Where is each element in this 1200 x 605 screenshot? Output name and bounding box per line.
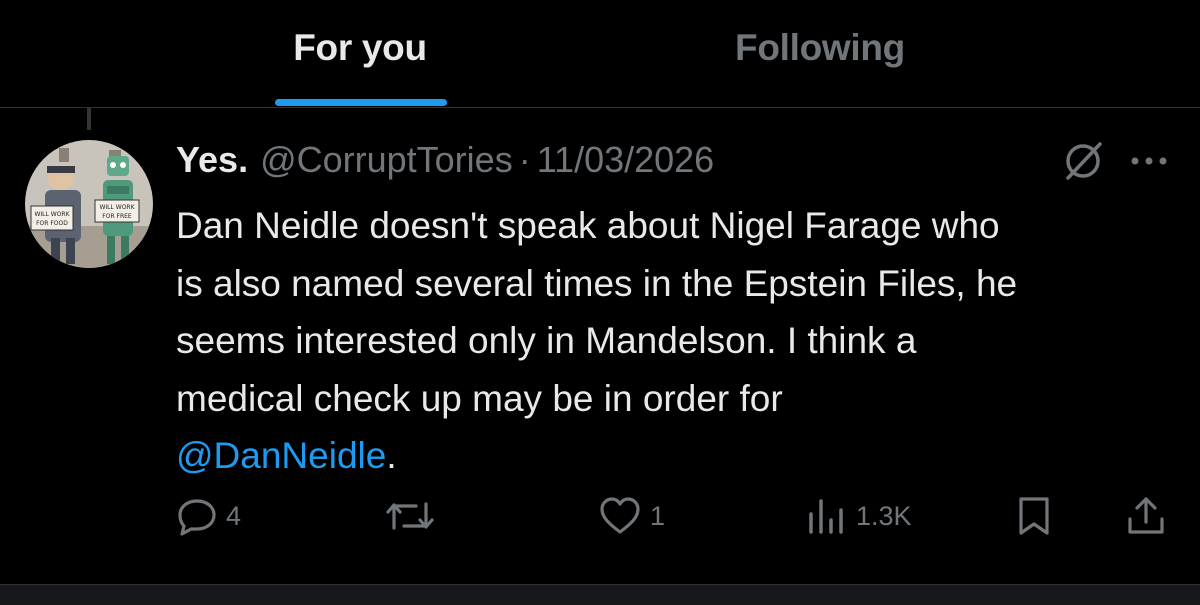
- avatar-image: WILL WORK FOR FOOD WILL WORK FOR FREE: [25, 140, 153, 268]
- tab-for-you[interactable]: For you: [230, 0, 490, 107]
- tweet-header: Yes. @CorruptTories · 11/03/2026: [176, 139, 714, 185]
- bottom-bar: [0, 584, 1200, 605]
- heart-icon: [598, 496, 642, 536]
- tweet-date[interactable]: 11/03/2026: [537, 139, 715, 181]
- share-icon: [1126, 495, 1166, 537]
- svg-text:WILL WORK: WILL WORK: [34, 211, 70, 218]
- display-name[interactable]: Yes.: [176, 139, 248, 181]
- views-button[interactable]: 1.3K: [806, 494, 912, 538]
- tab-label: For you: [293, 27, 427, 68]
- share-button[interactable]: [1126, 494, 1166, 538]
- trailing-text: .: [386, 435, 397, 476]
- svg-text:FOR FOOD: FOR FOOD: [36, 220, 68, 227]
- repost-icon: [386, 496, 434, 536]
- tweet-text-line: medical check up may be in order for: [176, 377, 783, 419]
- like-count: 1: [650, 500, 666, 531]
- reply-icon: [176, 496, 218, 536]
- tweet-text-line: Dan Neidle doesn't speak about Nigel Far…: [176, 205, 1000, 246]
- grok-icon[interactable]: [1062, 140, 1104, 182]
- tab-label: Following: [735, 27, 905, 68]
- bookmark-icon: [1016, 495, 1052, 537]
- reply-button[interactable]: 4: [176, 494, 241, 538]
- header-separator: ·: [518, 139, 531, 180]
- mention-link[interactable]: @DanNeidle: [176, 435, 386, 476]
- views-count: 1.3K: [856, 500, 912, 531]
- active-tab-indicator: [275, 99, 447, 106]
- views-icon: [806, 496, 848, 536]
- like-button[interactable]: 1: [598, 494, 665, 538]
- tweet-text-line: is also named several times in the Epste…: [176, 262, 1018, 304]
- svg-text:FOR FREE: FOR FREE: [102, 213, 132, 220]
- reply-count: 4: [226, 500, 242, 531]
- user-handle[interactable]: @CorruptTories: [260, 139, 513, 181]
- repost-button[interactable]: [386, 494, 442, 538]
- tweet-text: Dan Neidle doesn't speak about Nigel Far…: [176, 197, 1176, 485]
- thread-connector-line: [87, 108, 91, 130]
- avatar[interactable]: WILL WORK FOR FOOD WILL WORK FOR FREE: [25, 140, 153, 268]
- more-options-icon[interactable]: [1126, 148, 1172, 174]
- svg-text:WILL WORK: WILL WORK: [99, 204, 135, 211]
- tweet-text-line: seems interested only in Mandelson. I th…: [176, 320, 917, 361]
- timeline-tabs: For you Following: [0, 0, 1200, 108]
- tab-following[interactable]: Following: [690, 0, 950, 107]
- bookmark-button[interactable]: [1016, 494, 1052, 538]
- tweet-text-line: @DanNeidle.: [176, 427, 1176, 485]
